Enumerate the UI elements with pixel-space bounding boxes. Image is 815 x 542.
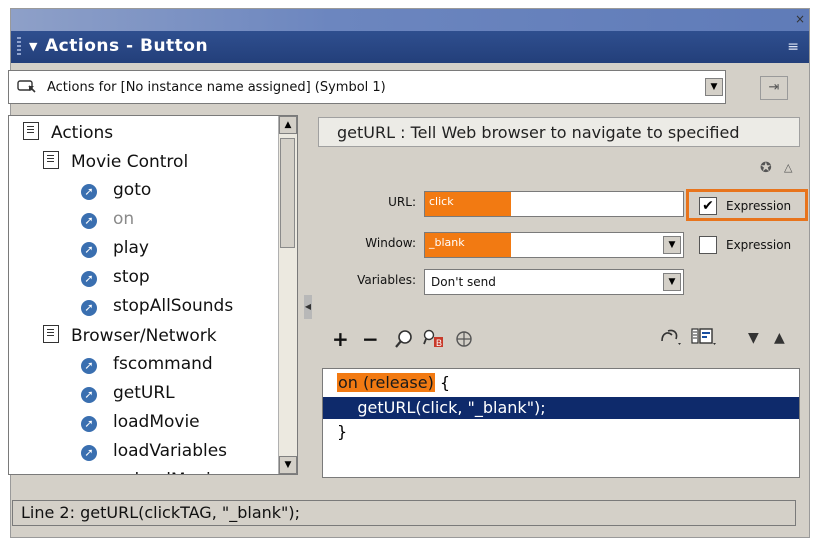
toolbox-item-label: fscommand [113,354,213,374]
toolbox-item-label: play [113,238,149,258]
options-menu-icon[interactable]: ≡ [787,39,799,55]
url-input[interactable]: click [424,191,684,217]
close-icon[interactable]: × [795,12,805,26]
splitter-collapse-icon[interactable]: ◀ [304,295,312,319]
code-keyword-highlight: on (release) [337,373,435,392]
action-icon: ➚ [81,184,97,200]
toolbox-item-label: loadVariables [113,441,228,461]
variables-label: Variables: [357,273,416,287]
window-dropdown-button[interactable]: ▼ [663,236,681,254]
button-symbol-icon [17,77,37,99]
variables-select[interactable]: Don't send ▼ [424,269,684,295]
code-brace-open: { [434,373,451,392]
toolbox-action[interactable]: ➚ goto [81,180,151,200]
target-path-icon[interactable] [454,329,474,353]
target-dropdown-button[interactable]: ▼ [705,78,723,96]
scroll-thumb[interactable] [280,138,295,248]
toolbox-action[interactable]: ➚ getURL [81,383,175,403]
toolbox-category[interactable]: Browser/Network [43,325,217,346]
book-icon [43,325,59,343]
svg-text:B: B [436,338,442,348]
scroll-up-button[interactable]: ▲ [279,116,297,134]
panel-title-bar[interactable]: ▼ Actions - Button ≡ [11,31,809,63]
action-icon: ➚ [81,213,97,229]
add-action-button[interactable]: + [332,327,349,351]
toolbox-action[interactable]: ➚ fscommand [81,354,213,374]
target-label: Actions for [No instance name assigned] … [47,80,386,95]
replace-icon[interactable]: B [422,329,444,353]
toolbox-item-label: Movie Control [71,152,189,172]
variables-value: Don't send [431,275,496,289]
variables-dropdown-button[interactable]: ▼ [663,273,681,291]
url-label: URL: [388,195,416,209]
view-options-icon[interactable] [690,327,720,351]
action-icon: ➚ [81,300,97,316]
toolbox-item-label: Browser/Network [71,326,217,346]
toolbox-item-label: Actions [51,123,114,143]
toolbox-action[interactable]: ➚ loadVariables [81,441,227,461]
panel-title: Actions - Button [45,36,209,56]
action-icon: ➚ [81,271,97,287]
toolbox-action[interactable]: ➚ stopAllSounds [81,296,233,316]
pin-script-button[interactable]: ⇥ [760,76,788,100]
action-icon: ➚ [81,358,97,374]
toolbox-scrollbar[interactable]: ▲ ▼ [278,116,297,474]
toolbox-item-label: on [113,209,135,229]
window-expression-checkbox[interactable] [699,236,717,254]
toolbox-item-label: loadMovie [113,412,200,432]
collapse-arrow-icon[interactable]: ▼ [29,40,37,53]
toolbox-item-label: unloadMovie [113,470,221,474]
window-label: Window: [365,236,416,250]
toolbox-item-label: stopAllSounds [113,296,234,316]
find-icon[interactable] [394,329,414,353]
code-line-3[interactable]: } [337,422,347,441]
scroll-down-button[interactable]: ▼ [279,456,297,474]
window-select[interactable]: _blank ▼ [424,232,684,258]
toolbox-item-label: goto [113,180,152,200]
script-pane[interactable]: on (release) { getURL(click, "_blank"); … [322,368,800,478]
move-up-icon[interactable]: ▲ [774,330,785,346]
toolbox-action[interactable]: ➚ loadMovie [81,412,200,432]
window-top-strip: × [11,9,809,31]
code-line-1[interactable]: on (release) { [337,373,450,392]
toolbox-action[interactable]: ➚ unloadMovie [81,470,221,475]
action-icon: ➚ [81,445,97,461]
toolbox-action[interactable]: ➚ on [81,209,134,229]
status-bar: Line 2: getURL(clickTAG, "_blank"); [12,500,796,526]
url-value: click [425,192,511,216]
move-down-icon[interactable]: ▼ [748,330,759,346]
action-icon: ➚ [81,416,97,432]
expression-highlight-box [686,189,808,221]
panel-splitter[interactable]: ◀ [304,115,312,475]
action-description: getURL : Tell Web browser to navigate to… [318,117,800,147]
book-icon [23,122,39,140]
target-selector[interactable]: Actions for [No instance name assigned] … [8,70,726,104]
toolbox-action[interactable]: ➚ play [81,238,149,258]
toolbox-category[interactable]: Movie Control [43,151,188,172]
book-icon [43,151,59,169]
toolbox-item-label: getURL [113,383,175,403]
remove-action-button[interactable]: − [362,327,379,351]
reference-icon[interactable]: ✪ [760,160,772,176]
action-icon: ➚ [81,474,97,475]
toolbox-item-label: stop [113,267,150,287]
code-line-2[interactable]: getURL(click, "_blank"); [337,398,545,417]
action-icon: ➚ [81,242,97,258]
collapse-params-icon[interactable]: △ [784,161,792,174]
window-expression-label: Expression [726,238,792,252]
toolbox-category[interactable]: Actions [23,122,113,143]
toolbox-action[interactable]: ➚ stop [81,267,150,287]
actions-toolbox: Actions Movie Control ➚ goto ➚ on ➚ play ➚ stop ➚ s… [8,115,298,475]
debug-options-icon[interactable] [658,327,684,351]
window-value: _blank [425,233,511,257]
action-icon: ➚ [81,387,97,403]
drag-grip-icon[interactable] [17,37,21,57]
